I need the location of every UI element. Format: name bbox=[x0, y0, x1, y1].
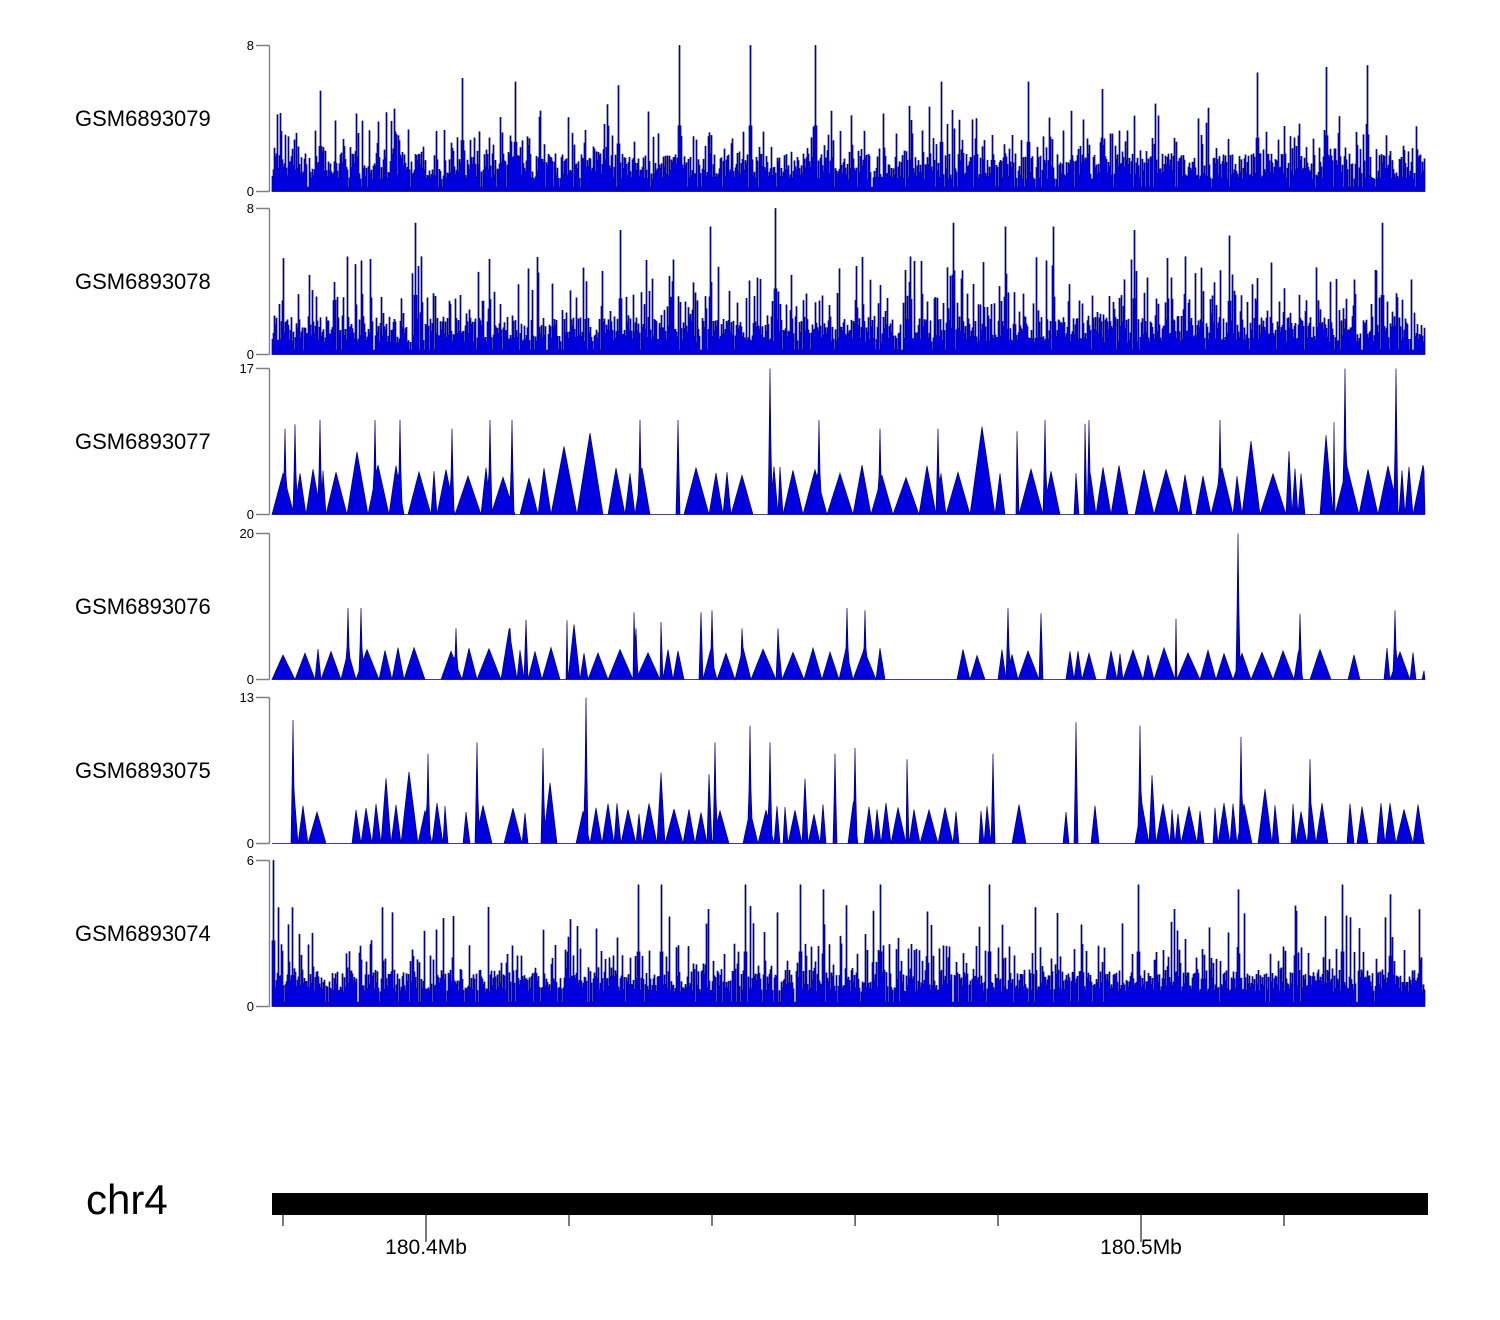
track-label: GSM6893079 bbox=[75, 106, 211, 132]
coverage-signal-plot bbox=[253, 44, 1428, 193]
y-axis-zero-label: 0 bbox=[208, 184, 254, 199]
coverage-track: GSM6893076 20 0 bbox=[0, 532, 1500, 681]
coverage-track: GSM6893075 13 0 bbox=[0, 696, 1500, 845]
chromosome-label: chr4 bbox=[86, 1178, 168, 1222]
track-label: GSM6893078 bbox=[75, 269, 211, 295]
track-label: GSM6893077 bbox=[75, 429, 211, 455]
y-axis-zero-label: 0 bbox=[208, 999, 254, 1014]
track-label: GSM6893076 bbox=[75, 594, 211, 620]
coverage-signal-plot bbox=[253, 207, 1428, 356]
y-axis-max-label: 8 bbox=[208, 201, 254, 216]
y-axis-max-label: 8 bbox=[208, 38, 254, 53]
coverage-track: GSM6893078 8 0 bbox=[0, 207, 1500, 356]
y-axis-zero-label: 0 bbox=[208, 672, 254, 687]
y-axis-max-label: 6 bbox=[208, 853, 254, 868]
y-axis-max-label: 17 bbox=[208, 361, 254, 376]
coverage-signal-plot bbox=[253, 532, 1428, 681]
y-axis-max-label: 20 bbox=[208, 526, 254, 541]
ideogram-bar bbox=[272, 1193, 1428, 1215]
coverage-signal-plot bbox=[253, 367, 1428, 516]
coverage-track: GSM6893079 8 0 bbox=[0, 44, 1500, 193]
y-axis-zero-label: 0 bbox=[208, 347, 254, 362]
genome-browser-figure: GSM6893079 8 0 GSM6893078 8 0 GSM6893077… bbox=[0, 0, 1500, 1320]
coordinate-label: 180.5Mb bbox=[1071, 1236, 1211, 1260]
coordinate-label: 180.4Mb bbox=[356, 1236, 496, 1260]
coverage-track: GSM6893077 17 0 bbox=[0, 367, 1500, 516]
track-label: GSM6893075 bbox=[75, 758, 211, 784]
track-label: GSM6893074 bbox=[75, 921, 211, 947]
y-axis-zero-label: 0 bbox=[208, 507, 254, 522]
chromosome-ruler: chr4 180.4Mb 180.5Mb bbox=[0, 1178, 1500, 1288]
coverage-signal-plot bbox=[253, 859, 1428, 1008]
coverage-track: GSM6893074 6 0 bbox=[0, 859, 1500, 1008]
coverage-signal-plot bbox=[253, 696, 1428, 845]
y-axis-zero-label: 0 bbox=[208, 836, 254, 851]
y-axis-max-label: 13 bbox=[208, 690, 254, 705]
